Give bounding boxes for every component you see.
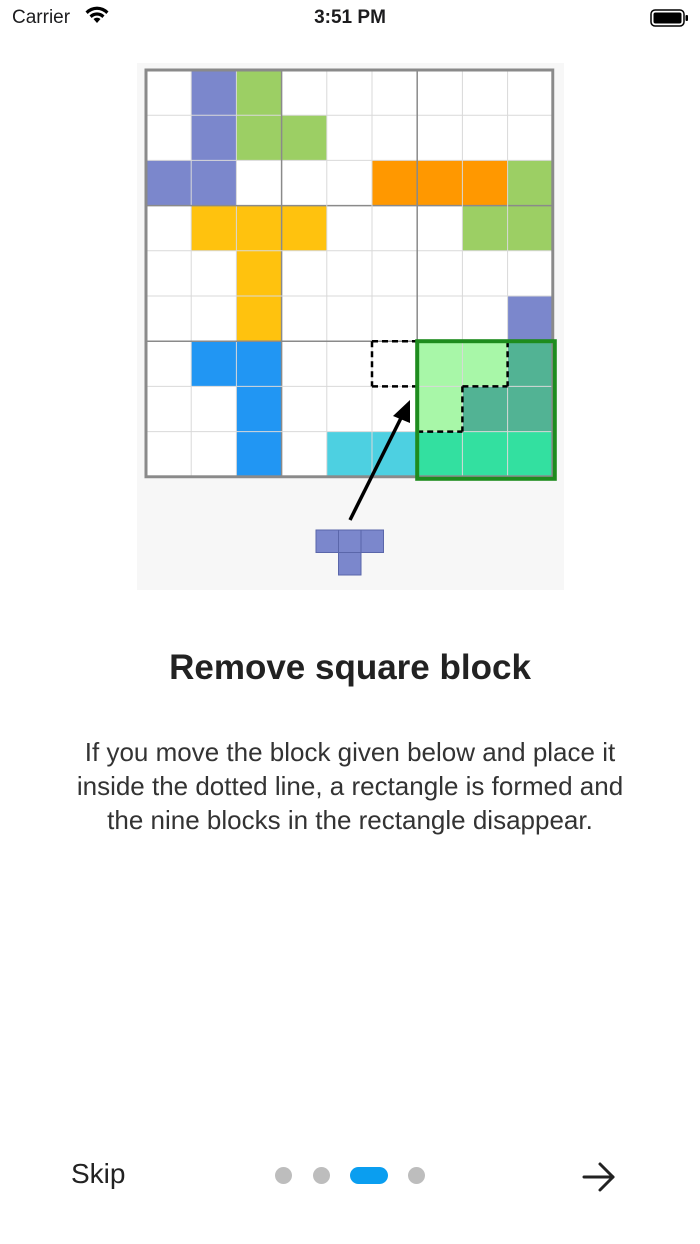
board-cell <box>236 205 282 251</box>
board-cell <box>372 431 418 477</box>
board-cell <box>462 205 508 251</box>
page-dot-4[interactable] <box>408 1167 425 1184</box>
board-cell <box>236 341 282 387</box>
arrow-right-icon[interactable] <box>580 1158 618 1196</box>
board-cell <box>417 160 463 206</box>
page-dot-2[interactable] <box>313 1167 330 1184</box>
board-cell <box>462 160 508 206</box>
board-cell <box>191 70 237 116</box>
board-cell <box>372 160 418 206</box>
board-cell <box>507 160 553 206</box>
game-board <box>144 68 557 576</box>
board-cell <box>236 250 282 296</box>
board-cell <box>191 160 237 206</box>
piece-cell <box>338 529 362 553</box>
board-cell <box>507 386 553 432</box>
piece-cell <box>338 552 362 576</box>
board-cell <box>236 296 282 342</box>
page-description: If you move the block given below and pl… <box>76 737 624 835</box>
board-cell <box>191 205 237 251</box>
piece-cell <box>360 529 384 553</box>
board-cell <box>191 115 237 161</box>
board-cell <box>236 115 282 161</box>
board-cell <box>281 205 327 251</box>
board-cell <box>417 386 463 432</box>
skip-button[interactable]: Skip <box>71 1158 125 1190</box>
board-cell <box>191 341 237 387</box>
board-cell <box>462 386 508 432</box>
page-dot-3-active[interactable] <box>350 1167 388 1184</box>
board-cell <box>462 431 508 477</box>
board-cell <box>462 341 508 387</box>
board-cell <box>236 70 282 116</box>
board-cell <box>417 341 463 387</box>
board-cell <box>281 115 327 161</box>
board-cell <box>507 341 553 387</box>
board-cell <box>507 431 553 477</box>
board-cell <box>507 296 553 342</box>
board-cell <box>326 431 372 477</box>
board-cell <box>236 431 282 477</box>
board-cell <box>507 205 553 251</box>
page-dot-1[interactable] <box>275 1167 292 1184</box>
board-cell <box>417 431 463 477</box>
board-cell <box>236 386 282 432</box>
page-title: Remove square block <box>169 648 531 687</box>
board-cell <box>146 160 192 206</box>
piece-cell <box>315 529 339 553</box>
